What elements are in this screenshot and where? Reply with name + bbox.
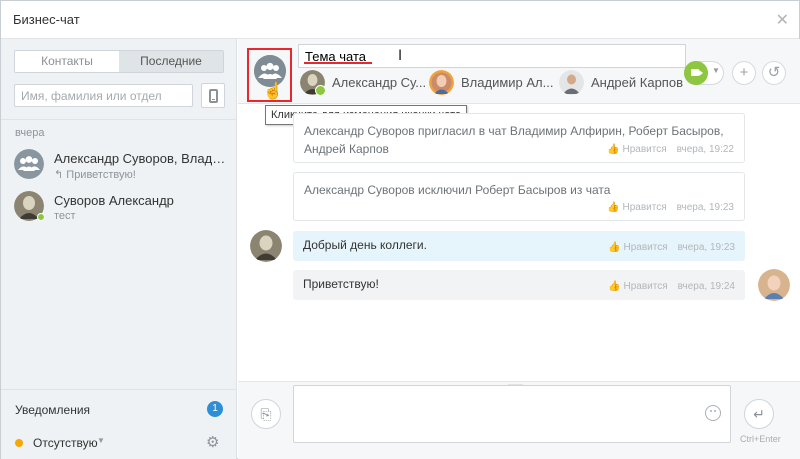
contact-tabs: Контакты Последние (14, 50, 224, 73)
member-name: Андрей Карпов (591, 75, 683, 90)
thumbs-up-icon: 👍 (607, 144, 620, 155)
plus-icon: + (739, 64, 749, 81)
chat-item-group[interactable]: Александр Суворов, Влади... ↰ Приветству… (1, 149, 237, 193)
gear-icon[interactable]: ⚙ (206, 433, 219, 451)
status-row: Отсутствую ▼ ⚙ (1, 427, 237, 459)
chevron-down-icon[interactable]: ▼ (712, 66, 720, 75)
sender-avatar (250, 230, 282, 262)
message-time: вчера, 19:23 (677, 242, 735, 253)
divider (1, 119, 237, 120)
text-cursor-icon: I (398, 48, 403, 64)
titlebar: Бизнес-чат ✕ (1, 1, 799, 39)
like-link[interactable]: Нравится (624, 242, 668, 253)
member-name: Александр Су... (332, 75, 427, 90)
hand-cursor-icon: ☝ (263, 83, 283, 100)
notifications-badge: 1 (207, 401, 223, 417)
history-icon: ↺ (767, 64, 781, 81)
status-selector[interactable]: Отсутствую (33, 436, 98, 450)
attach-button[interactable]: ⎘ (251, 399, 281, 429)
message-meta: 👍 Нравится вчера, 19:24 (608, 281, 735, 292)
message-text: Приветствую! (303, 277, 379, 291)
chat-item-preview: ↰ Приветствую! (54, 169, 136, 181)
chat-icon-highlight: ☝ (247, 48, 292, 102)
status-dot (15, 439, 23, 447)
owner-crown-icon (315, 85, 326, 96)
left-panel: Контакты Последние вчера Александр Сувор… (1, 39, 237, 459)
message-time: вчера, 19:24 (677, 281, 735, 292)
tab-recent[interactable]: Последние (119, 51, 223, 72)
message-time: вчера, 19:23 (676, 202, 734, 213)
chat-item-preview: тест (54, 210, 76, 222)
outgoing-message: Приветствую! 👍 Нравится вчера, 19:24 (293, 270, 745, 300)
own-avatar (758, 269, 790, 301)
thumbs-up-icon: 👍 (607, 202, 620, 213)
notifications-label: Уведомления (15, 403, 91, 417)
incoming-message: Добрый день коллеги. 👍 Нравится вчера, 19:… (293, 231, 745, 261)
chat-item-name: Суворов Александр (54, 193, 174, 208)
message-text: Добрый день коллеги. (303, 238, 427, 252)
group-label: вчера (15, 127, 45, 139)
notifications-row[interactable]: Уведомления 1 (1, 389, 237, 427)
message-list: Александр Суворов пригласил в чат Владим… (238, 105, 800, 381)
message-meta: 👍 Нравится вчера, 19:22 (607, 141, 734, 159)
thumbs-up-icon: 👍 (608, 242, 621, 253)
chat-header: ☝ I Александр Су... Владимир Ал... (238, 39, 800, 104)
member-avatar (429, 70, 454, 95)
send-hint: Ctrl+Enter (740, 434, 781, 444)
phone-icon (209, 89, 218, 103)
system-message: Александр Суворов исключил Роберт Басыро… (293, 172, 745, 221)
chat-item-user[interactable]: Суворов Александр тест (1, 191, 237, 235)
enter-arrow-icon: ↵ (753, 406, 765, 422)
paperclip-icon: ⎘ (260, 406, 272, 422)
reply-arrow-icon: ↰ (54, 169, 67, 181)
member-name: Владимир Ал... (461, 75, 554, 90)
smile-icon[interactable] (705, 405, 721, 421)
online-indicator (37, 213, 45, 221)
tab-contacts[interactable]: Контакты (15, 51, 119, 72)
add-user-button[interactable]: + (732, 61, 756, 85)
send-button[interactable]: ↵ (744, 399, 774, 429)
search-input[interactable] (14, 84, 193, 107)
thumbs-up-icon: 👍 (608, 281, 621, 292)
window-title: Бизнес-чат (13, 12, 80, 27)
message-meta: 👍 Нравится вчера, 19:23 (607, 199, 734, 217)
message-text: Александр Суворов исключил Роберт Басыро… (304, 183, 611, 197)
topic-underline (304, 62, 372, 64)
chat-panel: ☝ I Александр Су... Владимир Ал... (238, 39, 800, 459)
phone-button[interactable] (201, 83, 225, 108)
message-input[interactable] (293, 385, 731, 443)
chevron-down-icon[interactable]: ▼ (97, 436, 105, 445)
chat-item-name: Александр Суворов, Влади... (54, 151, 229, 166)
message-time: вчера, 19:22 (676, 144, 734, 155)
video-call-button[interactable]: ▼ (684, 61, 724, 85)
like-link[interactable]: Нравится (624, 281, 668, 292)
video-camera-icon (691, 69, 703, 76)
composer: ▬▬ ⎘ ↵ Ctrl+Enter (238, 380, 800, 459)
like-link[interactable]: Нравится (623, 202, 667, 213)
message-meta: 👍 Нравится вчера, 19:23 (608, 242, 735, 253)
member-avatar (559, 70, 584, 95)
group-icon (14, 149, 44, 179)
chat-topic-input[interactable] (298, 44, 686, 68)
history-button[interactable]: ↺ (762, 61, 786, 85)
system-message: Александр Суворов пригласил в чат Владим… (293, 113, 745, 163)
close-icon[interactable]: ✕ (776, 10, 789, 30)
business-chat-window: Бизнес-чат ✕ Контакты Последние вчера Ал… (0, 0, 800, 459)
like-link[interactable]: Нравится (623, 144, 667, 155)
